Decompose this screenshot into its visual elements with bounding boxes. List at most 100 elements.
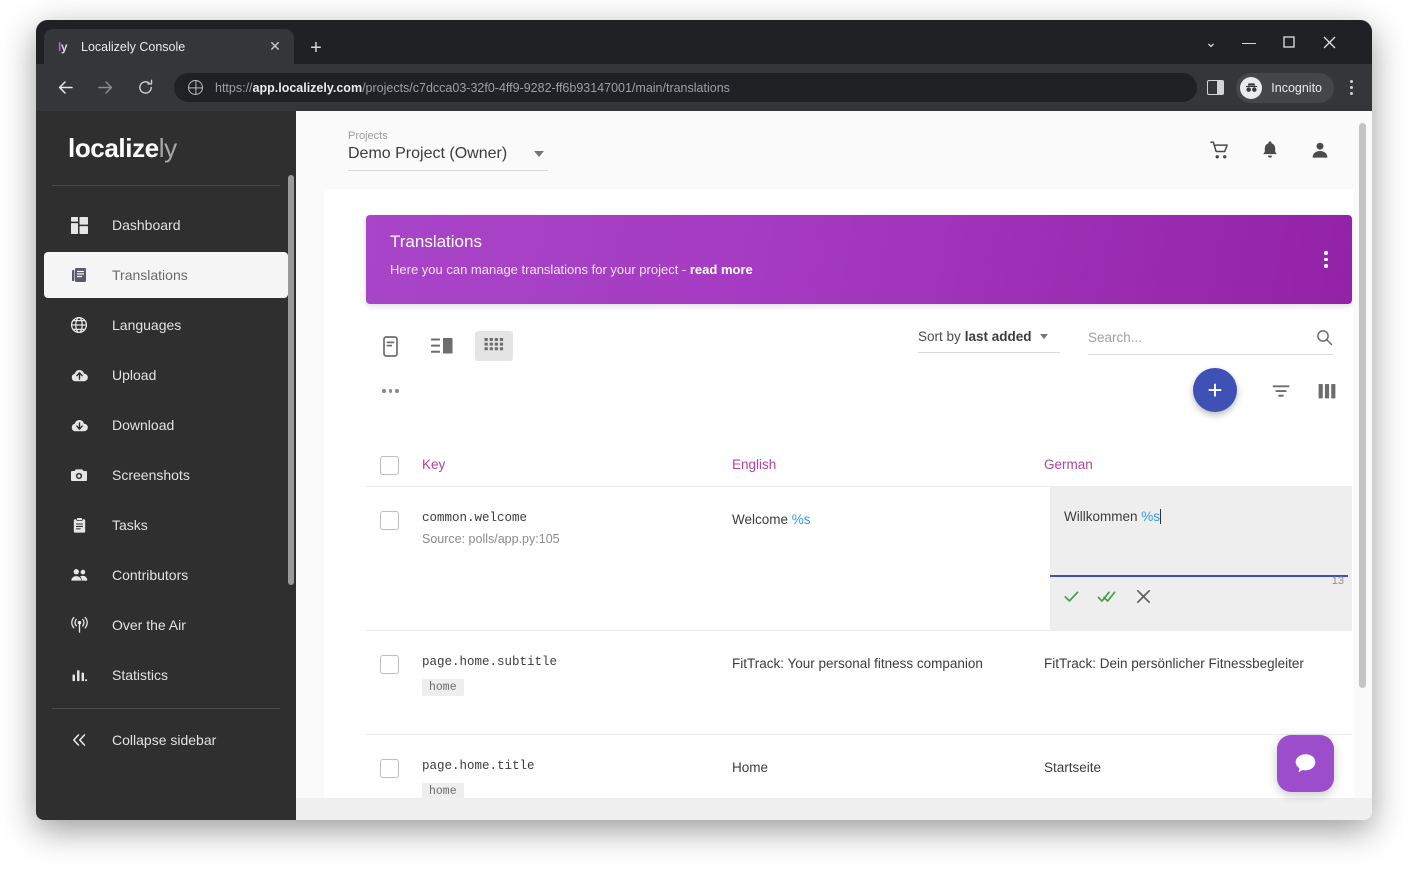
project-selector-value-row[interactable]: Demo Project (Owner) <box>348 145 548 171</box>
bell-icon[interactable] <box>1258 138 1282 162</box>
header-actions <box>1208 138 1332 162</box>
sidebar-item-languages[interactable]: Languages <box>44 302 288 348</box>
add-key-button[interactable]: + <box>1193 368 1237 412</box>
browser-tab[interactable]: ly Localizely Console ✕ <box>44 29 294 64</box>
sidebar-item-statistics[interactable]: Statistics <box>44 652 288 698</box>
browser-menu-icon[interactable] <box>1338 73 1364 103</box>
column-header-key[interactable]: Key <box>422 457 732 472</box>
filter-icon[interactable] <box>1268 378 1294 404</box>
address-bar[interactable]: https://app.localizely.com/projects/c7dc… <box>174 73 1198 102</box>
sidebar-item-upload[interactable]: Upload <box>44 352 288 398</box>
search-input[interactable] <box>1088 330 1316 345</box>
select-all-checkbox[interactable] <box>380 456 399 475</box>
split-list-view-icon[interactable] <box>423 331 461 361</box>
back-icon[interactable] <box>50 73 80 103</box>
main-content: Projects Demo Project (Owner) Translatio… <box>296 111 1372 820</box>
forward-icon[interactable] <box>90 73 120 103</box>
row-tag[interactable]: home <box>422 679 464 696</box>
sidebar-item-download[interactable]: Download <box>44 402 288 448</box>
row-english-cell[interactable]: Welcome %s <box>732 487 1044 630</box>
row-checkbox[interactable] <box>380 759 399 778</box>
chevron-down-icon <box>1039 334 1048 339</box>
sidebar-item-translations[interactable]: Translations <box>44 252 288 298</box>
table-row[interactable]: page.home.subtitle home FitTrack: Your p… <box>366 631 1352 735</box>
url-host: app.localizely.com <box>252 80 363 95</box>
row-key-cell: page.home.subtitle home <box>422 631 732 734</box>
row-german-text: Startseite <box>1044 760 1102 775</box>
url-path: /projects/c7dcca03-32f0-4ff9-9282-ff6b93… <box>362 80 730 95</box>
browser-toolbar: https://app.localizely.com/projects/c7dc… <box>36 64 1372 111</box>
save-check-icon[interactable] <box>1060 585 1082 607</box>
row-checkbox[interactable] <box>380 655 399 674</box>
sort-by-control[interactable]: Sort by last added <box>918 329 1060 353</box>
view-mode-toggles <box>371 331 513 361</box>
select-all-cell[interactable] <box>366 454 422 475</box>
sidebar-item-dashboard[interactable]: Dashboard <box>44 202 288 248</box>
save-and-review-double-check-icon[interactable] <box>1096 585 1118 607</box>
split-view-icon[interactable] <box>1207 80 1225 95</box>
columns-icon[interactable] <box>1314 378 1340 404</box>
logo-light-part: ly <box>158 132 177 163</box>
read-more-link[interactable]: read more <box>690 262 753 277</box>
translations-banner: Translations Here you can manage transla… <box>366 215 1352 304</box>
row-source: Source: polls/app.py:105 <box>422 532 560 546</box>
banner-subtitle: Here you can manage translations for you… <box>390 262 1328 277</box>
reload-icon[interactable] <box>130 73 160 103</box>
sidebar-collapse-button[interactable]: Collapse sidebar <box>44 717 288 763</box>
row-select-cell[interactable] <box>366 487 422 630</box>
window-minimize-icon[interactable]: — <box>1234 28 1264 56</box>
column-header-english[interactable]: English <box>732 457 1044 472</box>
sidebar-item-label: Download <box>112 417 175 433</box>
browser-window: ly Localizely Console ✕ + ⌄ — https://ap… <box>36 20 1372 820</box>
sidebar-item-label: Over the Air <box>112 617 186 633</box>
project-selector[interactable]: Projects Demo Project (Owner) <box>348 130 548 171</box>
window-close-icon[interactable] <box>1314 28 1344 56</box>
bar-chart-icon <box>68 664 90 686</box>
project-selector-value: Demo Project (Owner) <box>348 144 508 162</box>
cancel-edit-icon[interactable] <box>1132 585 1154 607</box>
site-info-globe-icon[interactable] <box>188 80 203 95</box>
content-panel: Projects Demo Project (Owner) Translatio… <box>324 111 1354 820</box>
window-maximize-icon[interactable] <box>1274 28 1304 56</box>
sidebar-scrollbar[interactable] <box>288 175 294 585</box>
document-view-icon[interactable] <box>371 331 409 361</box>
sidebar-item-label: Dashboard <box>112 217 181 233</box>
sidebar-item-screenshots[interactable]: Screenshots <box>44 452 288 498</box>
row-german-editor[interactable]: Willkommen %s 13 <box>1050 487 1352 631</box>
sidebar-collapse-label: Collapse sidebar <box>112 732 217 748</box>
sidebar-item-over-the-air[interactable]: Over the Air <box>44 602 288 648</box>
close-tab-icon[interactable]: ✕ <box>266 38 284 56</box>
account-icon[interactable] <box>1308 138 1332 162</box>
cart-icon[interactable] <box>1208 138 1232 162</box>
row-english-cell[interactable]: FitTrack: Your personal fitness companio… <box>732 631 1044 734</box>
search-control[interactable] <box>1088 329 1333 355</box>
download-cloud-icon <box>68 414 90 436</box>
sidebar-item-contributors[interactable]: Contributors <box>44 552 288 598</box>
row-german-cell[interactable]: FitTrack: Dein persönlicher Fitnessbegle… <box>1044 631 1352 734</box>
localizely-logo[interactable]: localize ly <box>36 111 296 185</box>
sidebar-item-label: Statistics <box>112 667 169 683</box>
chat-widget-button[interactable] <box>1277 735 1334 792</box>
row-checkbox[interactable] <box>380 511 399 530</box>
banner-overflow-menu-icon[interactable] <box>1316 248 1336 272</box>
grid-view-icon[interactable] <box>475 331 513 361</box>
row-select-cell[interactable] <box>366 631 422 734</box>
column-header-german[interactable]: German <box>1044 457 1352 472</box>
sidebar-item-label: Screenshots <box>112 467 190 483</box>
new-tab-button[interactable]: + <box>304 36 328 60</box>
sidebar-item-tasks[interactable]: Tasks <box>44 502 288 548</box>
clipboard-icon <box>68 514 90 536</box>
search-icon[interactable] <box>1316 329 1333 346</box>
table-row[interactable]: common.welcome Source: polls/app.py:105 … <box>366 487 1352 631</box>
banner-title: Translations <box>390 232 482 251</box>
table-header-row: Key English German <box>366 443 1352 487</box>
incognito-profile-chip[interactable]: Incognito <box>1236 72 1334 103</box>
content-scrollbar[interactable] <box>1359 123 1366 688</box>
character-count: 13 <box>1331 575 1344 587</box>
more-options-icon[interactable] <box>382 389 399 393</box>
translations-toolbar: Sort by last added + <box>366 323 1352 433</box>
window-expand-icon[interactable]: ⌄ <box>1196 28 1226 56</box>
logo-bold-part: localize <box>68 132 159 163</box>
project-selector-label: Projects <box>348 129 388 142</box>
german-text-prefix: Willkommen <box>1064 509 1142 524</box>
